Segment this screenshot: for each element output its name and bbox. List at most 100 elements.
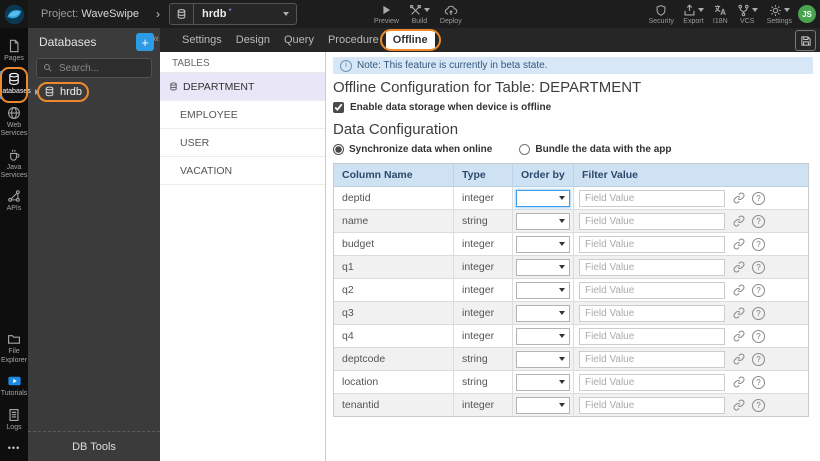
- column-name-cell: name: [334, 210, 454, 232]
- table-body: deptid integer Field Value ? name string…: [334, 187, 808, 416]
- sidebar-item-logs[interactable]: Logs: [0, 404, 28, 437]
- filter-value-input[interactable]: [579, 281, 725, 299]
- filter-value-input[interactable]: [579, 235, 725, 253]
- bundle-data-radio[interactable]: [519, 144, 531, 155]
- filter-value-input[interactable]: [579, 189, 725, 207]
- help-icon[interactable]: ?: [752, 283, 765, 297]
- coffee-cup-icon: [10, 149, 20, 161]
- database-selector-dropdown[interactable]: hrdb *: [169, 3, 298, 25]
- editor-tab[interactable]: Design: [229, 31, 277, 49]
- bind-variable-link-icon[interactable]: [733, 215, 745, 227]
- search-icon: [44, 64, 52, 72]
- filter-value-input[interactable]: [579, 396, 725, 414]
- bind-variable-link-icon[interactable]: [733, 353, 745, 365]
- chevron-down-icon: [751, 8, 758, 12]
- help-icon[interactable]: ?: [752, 352, 765, 366]
- editor-tab[interactable]: Settings: [175, 31, 229, 49]
- sidebar-item-pages[interactable]: Pages: [0, 35, 28, 68]
- settings-button[interactable]: Settings: [767, 4, 792, 25]
- vcs-button[interactable]: VCS: [737, 4, 758, 25]
- sidebar-item-tutorials[interactable]: Tutorials: [0, 370, 28, 403]
- expand-caret-icon[interactable]: [35, 88, 39, 95]
- filter-value-input[interactable]: [579, 258, 725, 276]
- table-list-item[interactable]: EMPLOYEE: [160, 101, 325, 129]
- table-list-item[interactable]: DEPARTMENT: [160, 73, 325, 101]
- active-indicator: [0, 71, 2, 99]
- filter-value-input[interactable]: [579, 212, 725, 230]
- bind-variable-link-icon[interactable]: [733, 376, 745, 388]
- help-icon[interactable]: ?: [752, 191, 765, 205]
- sidebar-item-apis[interactable]: APIs: [0, 185, 28, 218]
- order-by-select[interactable]: [516, 212, 570, 230]
- help-icon[interactable]: ?: [752, 237, 765, 251]
- column-type-cell: integer: [454, 394, 513, 416]
- editor-tab[interactable]: Offline: [379, 29, 441, 51]
- add-database-button[interactable]: +: [136, 33, 154, 51]
- help-icon[interactable]: ?: [752, 306, 765, 320]
- bind-variable-link-icon[interactable]: [733, 307, 745, 319]
- order-by-select[interactable]: [516, 396, 570, 414]
- wavemaker-logo[interactable]: [0, 0, 28, 28]
- column-name-cell: q1: [334, 256, 454, 278]
- database-search[interactable]: [36, 58, 152, 78]
- sidebar-item-databases[interactable]: Databases: [0, 67, 31, 103]
- editor-tab[interactable]: Query: [277, 31, 321, 49]
- bind-variable-link-icon[interactable]: [733, 399, 745, 411]
- sidebar-item-java-services[interactable]: Java Services: [0, 144, 28, 186]
- top-bar: Project: WaveSwipe › hrdb * Preview Buil…: [0, 0, 820, 28]
- project-label: Project: WaveSwipe: [41, 8, 140, 20]
- order-by-select[interactable]: [516, 327, 570, 345]
- bind-variable-link-icon[interactable]: [733, 330, 745, 342]
- filter-value-input[interactable]: [579, 327, 725, 345]
- help-icon[interactable]: ?: [752, 329, 765, 343]
- bind-variable-link-icon[interactable]: [733, 238, 745, 250]
- bind-variable-link-icon[interactable]: [733, 284, 745, 296]
- build-button[interactable]: Build: [409, 4, 430, 25]
- chevron-down-icon: [423, 8, 430, 12]
- enable-offline-checkbox[interactable]: [333, 102, 344, 113]
- editor-tab[interactable]: Procedure: [321, 31, 386, 49]
- bind-variable-link-icon[interactable]: [733, 261, 745, 273]
- table-list-item[interactable]: USER: [160, 129, 325, 157]
- sync-online-radio[interactable]: [333, 144, 344, 155]
- user-avatar[interactable]: JS: [798, 5, 816, 23]
- export-button[interactable]: Export: [683, 3, 704, 25]
- row-actions: ?: [733, 191, 765, 205]
- editor-tab-bar: Settings Design Query Procedure Offline: [160, 28, 820, 52]
- sidebar-item-file-explorer[interactable]: File Explorer: [0, 328, 28, 370]
- tables-list: DEPARTMENT EMPLOYEE USER VACATION: [160, 73, 325, 185]
- save-button[interactable]: [795, 30, 816, 51]
- search-input[interactable]: [57, 61, 145, 75]
- order-by-select[interactable]: [516, 258, 570, 276]
- order-by-select[interactable]: [516, 235, 570, 253]
- order-by-select[interactable]: [516, 350, 570, 368]
- sidebar-item-web-services[interactable]: Web Services: [0, 102, 28, 144]
- collapse-panel-button[interactable]: «: [153, 33, 159, 45]
- row-actions: ?: [733, 306, 765, 320]
- db-tools-button[interactable]: DB Tools: [28, 431, 160, 461]
- preview-button[interactable]: Preview: [374, 4, 399, 25]
- database-tree-item-hrdb[interactable]: hrdb: [28, 81, 160, 102]
- help-icon[interactable]: ?: [752, 398, 765, 412]
- order-by-select[interactable]: [516, 373, 570, 391]
- filter-value-input[interactable]: [579, 304, 725, 322]
- filter-value-input[interactable]: [579, 373, 725, 391]
- order-by-select[interactable]: [516, 304, 570, 322]
- tables-panel: TABLES DEPARTMENT EMPLOYEE USER VACATION: [160, 52, 326, 461]
- more-menu-button[interactable]: •••: [0, 437, 28, 461]
- tutorials-play-icon: [7, 377, 21, 386]
- table-list-item[interactable]: VACATION: [160, 157, 325, 185]
- security-button[interactable]: Security: [649, 4, 674, 25]
- help-icon[interactable]: ?: [752, 214, 765, 228]
- help-icon[interactable]: ?: [752, 375, 765, 389]
- help-icon[interactable]: ?: [752, 260, 765, 274]
- table-row: tenantid integer Field Value ?: [334, 394, 808, 416]
- order-by-cell: [513, 325, 574, 347]
- order-by-select[interactable]: [516, 281, 570, 299]
- table-row: budget integer Field Value ?: [334, 233, 808, 256]
- deploy-button[interactable]: Deploy: [440, 4, 462, 25]
- filter-value-input[interactable]: [579, 350, 725, 368]
- i18n-button[interactable]: I18N: [713, 4, 728, 25]
- order-by-select[interactable]: [516, 189, 570, 207]
- bind-variable-link-icon[interactable]: [733, 192, 745, 204]
